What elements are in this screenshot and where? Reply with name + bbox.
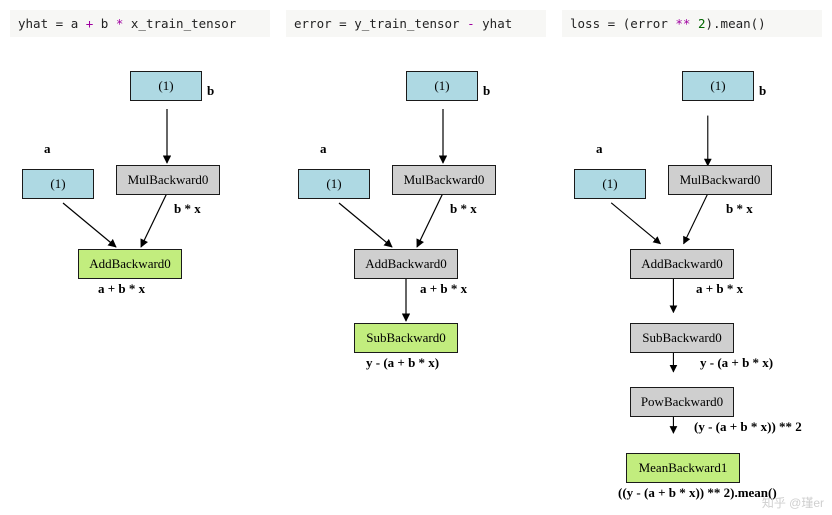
mul-node: MulBackward0: [668, 165, 772, 195]
graph-error: b (1) a (1) MulBackward0 b * x AddBackwa…: [286, 41, 546, 491]
mul-node: MulBackward0: [116, 165, 220, 195]
panel-loss: loss = (error ** 2).mean() b (1) a (1) M…: [562, 10, 822, 491]
mul-label: b * x: [450, 201, 477, 217]
b-node: (1): [406, 71, 478, 101]
panel-yhat: yhat = a + b * x_train_tensor b (1) a (1…: [10, 10, 270, 491]
add-node: AddBackward0: [354, 249, 458, 279]
watermark: 知乎 @瑾er: [762, 494, 824, 511]
b-label: b: [207, 83, 214, 99]
pow-node: PowBackward0: [630, 387, 734, 417]
add-label: a + b * x: [696, 281, 743, 297]
add-label: a + b * x: [98, 281, 145, 297]
panels-row: yhat = a + b * x_train_tensor b (1) a (1…: [10, 10, 822, 491]
add-node: AddBackward0: [630, 249, 734, 279]
a-node: (1): [22, 169, 94, 199]
code-loss: loss = (error ** 2).mean(): [562, 10, 822, 37]
mul-label: b * x: [726, 201, 753, 217]
code-yhat: yhat = a + b * x_train_tensor: [10, 10, 270, 37]
add-label: a + b * x: [420, 281, 467, 297]
a-node: (1): [298, 169, 370, 199]
b-label: b: [483, 83, 490, 99]
sub-node: SubBackward0: [630, 323, 734, 353]
pow-label: (y - (a + b * x)) ** 2: [694, 419, 802, 435]
a-node: (1): [574, 169, 646, 199]
a-label: a: [44, 141, 51, 157]
graph-loss: b (1) a (1) MulBackward0 b * x AddBackwa…: [562, 41, 822, 491]
mean-node: MeanBackward1: [626, 453, 740, 483]
graph-yhat: b (1) a (1) MulBackward0 b * x AddBackwa…: [10, 41, 270, 491]
b-node: (1): [682, 71, 754, 101]
a-label: a: [320, 141, 327, 157]
add-node: AddBackward0: [78, 249, 182, 279]
sub-node: SubBackward0: [354, 323, 458, 353]
mean-label: ((y - (a + b * x)) ** 2).mean(): [618, 485, 777, 501]
a-label: a: [596, 141, 603, 157]
mul-label: b * x: [174, 201, 201, 217]
code-error: error = y_train_tensor - yhat: [286, 10, 546, 37]
panel-error: error = y_train_tensor - yhat b (1) a (1…: [286, 10, 546, 491]
sub-label: y - (a + b * x): [366, 355, 439, 371]
b-label: b: [759, 83, 766, 99]
mul-node: MulBackward0: [392, 165, 496, 195]
sub-label: y - (a + b * x): [700, 355, 773, 371]
b-node: (1): [130, 71, 202, 101]
